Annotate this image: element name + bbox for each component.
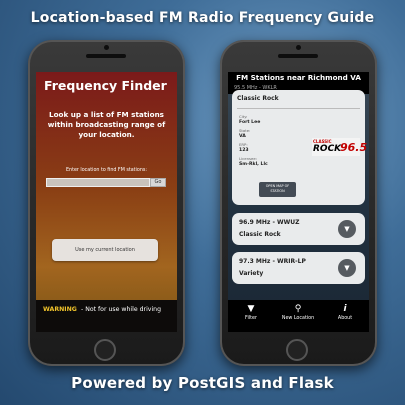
top-banner: Location-based FM Radio Frequency Guide: [30, 10, 375, 26]
city-value: Fort Lee: [239, 120, 261, 125]
station-card[interactable]: 97.3 MHz - WRIR-LP Variety ▼: [232, 252, 365, 284]
phone-frequency-finder: Frequency Finder Look up a list of FM st…: [28, 40, 185, 366]
logo-rock: ROCK: [313, 144, 342, 154]
speaker: [86, 54, 126, 58]
use-current-location-button[interactable]: Use my current location: [52, 239, 158, 261]
info-icon: i: [343, 304, 347, 314]
station-frequency: 96.9 MHz - WWUZ: [239, 219, 300, 226]
station-genre: Classic Rock: [239, 231, 281, 238]
frequency-finder-screen: Frequency Finder Look up a list of FM st…: [36, 72, 177, 332]
search-icon: ⚲: [294, 304, 302, 314]
home-button[interactable]: [94, 339, 116, 361]
camera: [296, 45, 301, 50]
state-key: State:: [239, 128, 251, 133]
licensee-value: Sm-Rkl, Llc: [239, 162, 268, 167]
home-button[interactable]: [286, 339, 308, 361]
licensee-key: Licensee:: [239, 156, 257, 161]
warning-bar: WARNING - Not for use while driving: [36, 300, 177, 332]
bottom-tab-bar: ▼ Filter ⚲ New Location i About: [228, 300, 369, 332]
warning-text: - Not for use while driving: [81, 306, 162, 313]
station-card[interactable]: 96.9 MHz - WWUZ Classic Rock ▼: [232, 213, 365, 245]
logo-frequency: 96.5: [340, 141, 368, 154]
tab-label: New Location: [281, 316, 315, 321]
tab-label: About: [337, 316, 353, 321]
phone-station-list: FM Stations near Richmond VA 95.5 MHz - …: [220, 40, 377, 366]
app-title: Frequency Finder: [44, 78, 167, 93]
go-button[interactable]: Go: [150, 178, 166, 187]
location-label: Enter location to find FM stations:: [66, 168, 147, 173]
chevron-down-icon[interactable]: ▼: [338, 259, 356, 277]
station-frequency: 97.3 MHz - WRIR-LP: [239, 258, 306, 265]
city-key: City:: [239, 114, 248, 119]
erp-key: ERP:: [239, 142, 248, 147]
station-logo: CLASSIC ROCK 96.5: [312, 138, 367, 156]
bottom-banner: Powered by PostGIS and Flask: [71, 374, 334, 392]
tab-filter[interactable]: ▼ Filter: [228, 303, 274, 321]
erp-value: 123: [239, 148, 249, 153]
app-description: Look up a list of FM stations within bro…: [47, 110, 166, 139]
chevron-down-icon[interactable]: ▼: [338, 220, 356, 238]
location-input[interactable]: [46, 178, 150, 187]
speaker: [278, 54, 318, 58]
tab-label: Filter: [245, 316, 257, 321]
warning-heading: WARNING: [43, 306, 77, 313]
state-value: VA: [239, 134, 246, 139]
open-map-button[interactable]: OPEN MAP OF STATION: [259, 182, 296, 197]
station-genre: Classic Rock: [237, 95, 279, 102]
tab-about[interactable]: i About: [322, 303, 368, 321]
station-genre: Variety: [239, 270, 264, 277]
card-divider: [237, 108, 360, 109]
filter-icon: ▼: [247, 304, 255, 314]
tab-new-location[interactable]: ⚲ New Location: [275, 303, 321, 321]
station-card-expanded[interactable]: Classic Rock City: Fort Lee State: VA ER…: [232, 90, 367, 205]
camera: [104, 45, 109, 50]
station-list-screen: FM Stations near Richmond VA 95.5 MHz - …: [228, 72, 369, 332]
